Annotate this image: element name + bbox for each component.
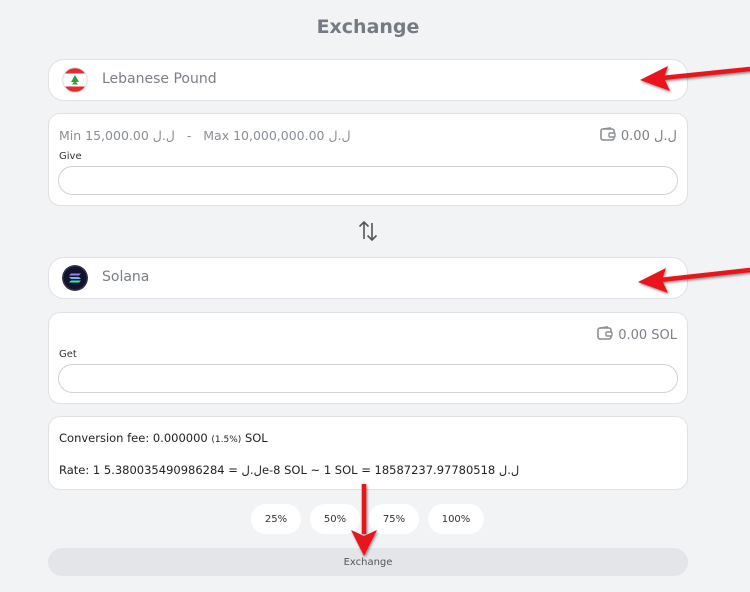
max-limit: Max 10,000,000.00 ل.ل (203, 128, 351, 143)
give-limits: Min 15,000.00 ل.ل - Max 10,000,000.00 ل.… (59, 128, 351, 143)
give-amount-input[interactable] (58, 166, 678, 195)
exchange-button[interactable]: Exchange (48, 548, 688, 576)
percent-25-button[interactable]: 25% (251, 504, 301, 534)
get-label: Get (59, 349, 77, 360)
wallet-icon (597, 326, 613, 344)
get-currency-select[interactable]: Solana (48, 257, 688, 299)
min-limit: Min 15,000.00 ل.ل (59, 128, 175, 143)
give-balance-value: 0.00 ل.ل (620, 128, 677, 144)
percent-100-button[interactable]: 100% (428, 504, 484, 534)
conversion-info-panel: Conversion fee: 0.000000 (1.5%) SOL Rate… (48, 416, 688, 490)
percent-50-button[interactable]: 50% (310, 504, 360, 534)
give-panel: Min 15,000.00 ل.ل - Max 10,000,000.00 ل.… (48, 113, 688, 206)
give-currency-select[interactable]: Lebanese Pound (48, 59, 688, 101)
get-amount-input[interactable] (58, 364, 678, 393)
get-panel: 0.00 SOL Get (48, 312, 688, 404)
limit-separator: - (186, 128, 192, 143)
get-currency-name: Solana (102, 269, 150, 285)
lebanon-flag-icon (62, 67, 88, 93)
fee-percent: (1.5%) (211, 435, 242, 445)
page-title: Exchange (316, 16, 420, 38)
swap-arrows-icon[interactable] (356, 219, 380, 243)
solana-logo-icon (62, 265, 88, 291)
wallet-icon (600, 127, 616, 145)
give-currency-name: Lebanese Pound (102, 71, 217, 87)
fee-currency: SOL (244, 431, 268, 445)
conversion-fee: Conversion fee: 0.000000 (1.5%) SOL (59, 431, 268, 445)
fee-amount: Conversion fee: 0.000000 (59, 431, 208, 445)
give-balance: 0.00 ل.ل (600, 127, 677, 145)
exchange-rate: Rate: 1 ل.ل = 5.380035490986284e-8 SOL ~… (59, 463, 520, 477)
percent-75-button[interactable]: 75% (369, 504, 419, 534)
get-balance: 0.00 SOL (597, 326, 677, 344)
get-balance-value: 0.00 SOL (618, 327, 677, 343)
give-label: Give (59, 151, 82, 162)
